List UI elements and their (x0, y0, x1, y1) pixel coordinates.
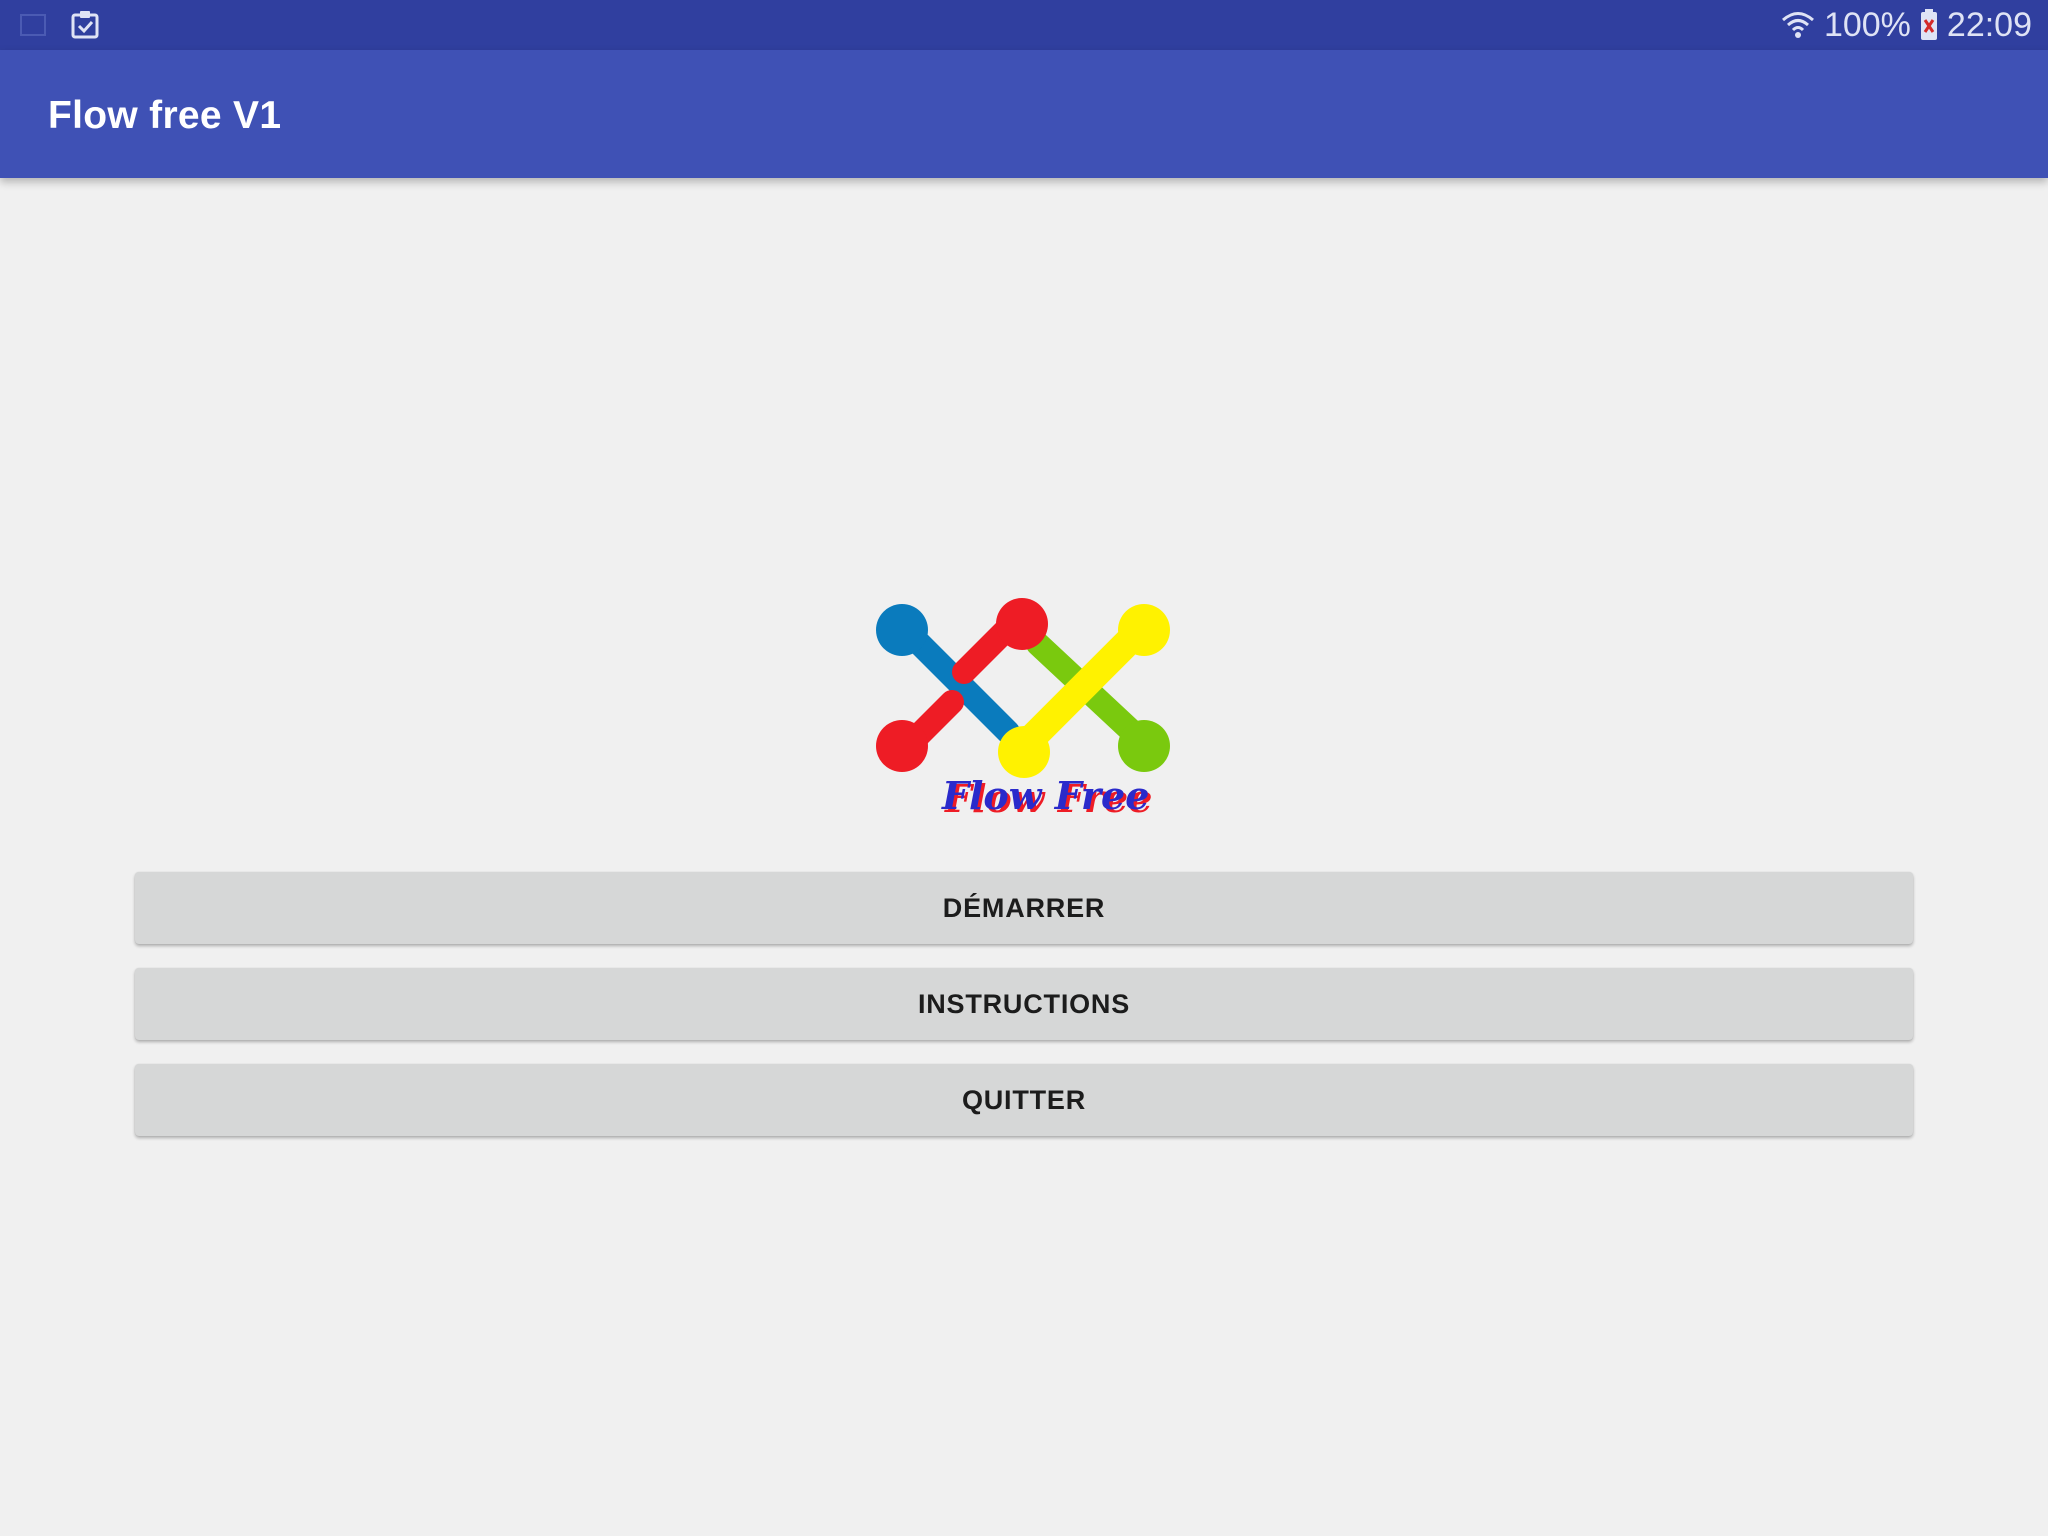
wifi-icon (1781, 12, 1814, 38)
battery-percent: 100% (1823, 6, 1911, 44)
red-dot-lower (876, 720, 928, 772)
instructions-button[interactable]: INSTRUCTIONS (135, 968, 1913, 1040)
status-left-icons (18, 8, 102, 42)
main-menu-screen: 100% 22:09 Flow free V1 Flow Free Flow F… (0, 0, 2048, 1536)
clock: 22:09 (1946, 6, 2032, 44)
app-bar: Flow free V1 (0, 50, 2048, 178)
red-dot-upper (996, 598, 1048, 650)
screenshot-icon (20, 14, 46, 36)
blue-dot (876, 604, 928, 656)
yellow-dot-upper (1118, 604, 1170, 656)
battery-icon (1920, 9, 1937, 40)
quit-button[interactable]: QUITTER (135, 1064, 1913, 1136)
app-title: Flow free V1 (48, 94, 282, 137)
status-bar: 100% 22:09 (0, 0, 2048, 50)
green-dot (1118, 720, 1170, 772)
status-right-info: 100% 22:09 (1780, 0, 2032, 50)
flow-free-logo: Flow Free Flow Free (876, 598, 1170, 821)
clipboard-check-icon (71, 11, 99, 39)
yellow-dot-lower (998, 726, 1050, 778)
logo-text: Flow Free (941, 773, 1149, 818)
start-button[interactable]: DÉMARRER (135, 872, 1913, 944)
